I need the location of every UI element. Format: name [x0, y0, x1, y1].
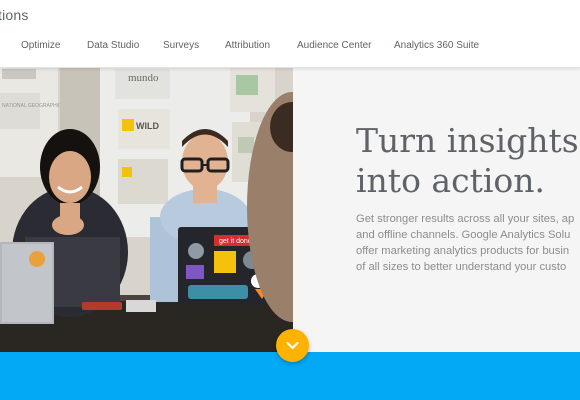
hero-description-line-1: Get stronger results across all your sit… — [356, 213, 575, 225]
brand-title[interactable]: tions — [0, 7, 29, 23]
nav-item-surveys[interactable]: Surveys — [163, 40, 199, 51]
nav-item-data-studio[interactable]: Data Studio — [87, 40, 139, 51]
nav-item-attribution[interactable]: Attribution — [225, 40, 270, 51]
hero-photo: NATIONAL GEOGRAPHIC mundo WILD get it do… — [0, 67, 293, 352]
hero-description-line-3: offer marketing analytics products for b… — [356, 245, 570, 257]
top-bar: tions Optimize Data Studio Surveys Attri… — [0, 0, 580, 68]
nav-item-optimize[interactable]: Optimize — [21, 40, 60, 51]
chevron-down-icon — [286, 341, 299, 350]
nav-item-analytics-360-suite[interactable]: Analytics 360 Suite — [394, 40, 479, 51]
wild-sign-text: WILD — [136, 121, 159, 131]
hero-headline-line-2: into action. — [356, 161, 546, 200]
laptop-sticker-text: get it done. — [219, 238, 254, 245]
hero-headline: Turn insights into action. — [356, 121, 580, 201]
mundo-sign-text: mundo — [128, 72, 159, 84]
hero-description-line-2: and offline channels. Google Analytics S… — [356, 229, 571, 241]
hero-description-line-4: of all sizes to better understand your c… — [356, 261, 567, 273]
hero-description: Get stronger results across all your sit… — [356, 211, 580, 275]
hero-headline-line-1: Turn insights — [356, 121, 579, 160]
scroll-down-button[interactable] — [276, 329, 309, 362]
nav-item-audience-center[interactable]: Audience Center — [297, 40, 372, 51]
natgeo-sign-text: NATIONAL GEOGRAPHIC — [2, 103, 62, 109]
hero-text-panel — [293, 67, 580, 352]
